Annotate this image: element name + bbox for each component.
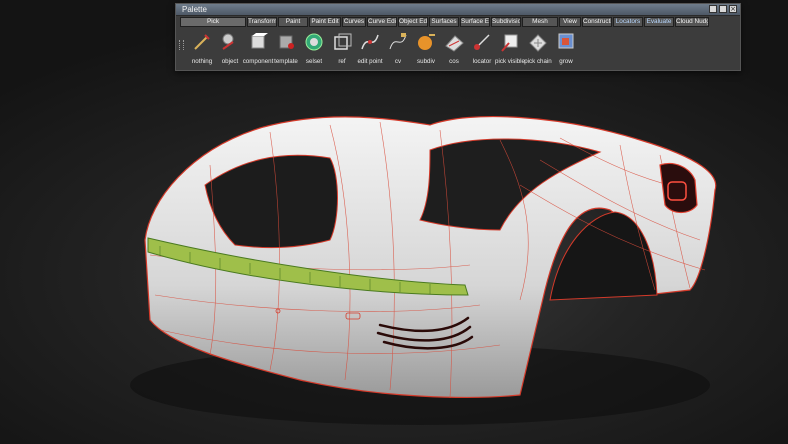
tool-edit-point[interactable]: edit point [356,28,384,70]
locator-icon [474,34,490,50]
edit-point-icon [361,34,379,50]
nothing-icon [194,34,210,50]
component-icon [251,33,268,49]
palette-window[interactable]: Palette × Pick Transform Paint Paint Edit Cu… [175,3,741,71]
tool-label: edit point [357,58,383,65]
subdiv-icon [418,34,435,50]
tool-row: nothing object component template selset ref e… [188,28,736,70]
tool-template[interactable]: template [272,28,300,70]
tool-label: grow [559,58,573,65]
tool-label: pick visible [495,58,525,65]
tab-evaluate[interactable]: Evaluate [644,17,674,27]
drag-handle[interactable] [179,40,184,50]
object-icon [222,33,234,50]
tab-transform[interactable]: Transform [247,17,277,27]
tab-paint-edit[interactable]: Paint Edit [309,17,341,27]
palette-title: Palette [182,5,207,14]
tab-locators[interactable]: Locators [613,17,643,27]
tool-object[interactable]: object [216,28,244,70]
tab-object-edit[interactable]: Object Edit [398,17,428,27]
palette-tabs: Pick Transform Paint Paint Edit Curves Curve … [180,17,736,28]
tool-label: locator [472,58,492,65]
tool-nothing[interactable]: nothing [188,28,216,70]
tab-cloud-nudge[interactable]: Cloud Nudge [675,17,709,27]
tool-ref[interactable]: ref [328,28,356,70]
tab-construction[interactable]: Construction [582,17,612,27]
tool-cos[interactable]: cos [440,28,468,70]
tab-curve-edit[interactable]: Curve Edit [367,17,397,27]
tab-surfaces[interactable]: Surfaces [429,17,459,27]
tab-curves[interactable]: Curves [342,17,366,27]
maximize-button[interactable] [719,5,727,13]
cos-icon [445,35,464,52]
tool-pick-chain[interactable]: pick chain [524,28,552,70]
tool-cv[interactable]: cv [384,28,412,70]
tab-surface-edit[interactable]: Surface Edit [460,17,490,27]
tool-label: cos [449,58,459,65]
pick-chain-icon [529,34,547,52]
tool-label: template [274,58,298,65]
tool-label: pick chain [524,58,552,65]
tool-grow[interactable]: grow [552,28,580,70]
tool-label: component [242,58,274,65]
tool-pick-visible[interactable]: pick visible [495,28,525,70]
grow-icon [558,33,574,49]
palette-titlebar[interactable]: Palette × [176,4,740,16]
tab-view[interactable]: View [559,17,581,27]
tab-subdivision[interactable]: Subdivision [491,17,521,27]
tool-label: object [221,58,239,65]
tool-label: subdiv [417,58,435,65]
minimize-button[interactable] [709,5,717,13]
tool-label: ref [338,58,346,65]
tool-locator[interactable]: locator [468,28,496,70]
tool-label: nothing [191,58,213,65]
tool-subdiv[interactable]: subdiv [412,28,440,70]
tool-component[interactable]: component [242,28,274,70]
close-button[interactable]: × [729,5,737,13]
selset-icon [305,33,323,51]
cv-icon [389,33,407,50]
tool-label: cv [394,58,402,65]
tab-mesh[interactable]: Mesh [522,17,558,27]
ref-icon [334,33,352,50]
pick-visible-icon [501,34,518,52]
tool-selset[interactable]: selset [300,28,328,70]
tab-paint[interactable]: Paint [278,17,308,27]
template-icon [279,35,294,49]
tool-label: selset [305,58,323,65]
tab-pick[interactable]: Pick [180,17,246,27]
